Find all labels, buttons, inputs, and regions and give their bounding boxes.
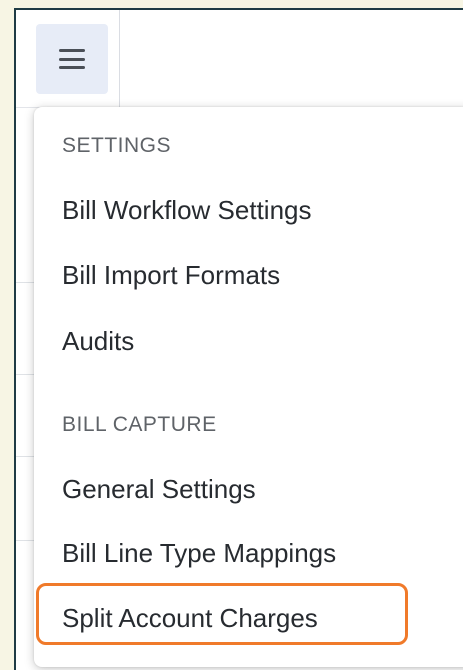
- menu-toggle-button[interactable]: [36, 24, 108, 94]
- highlight-box: [36, 583, 408, 645]
- section-header-settings: SETTINGS: [62, 134, 172, 157]
- section-header-bill-capture: BILL CAPTURE: [62, 413, 217, 436]
- menu-item-bill-workflow-settings[interactable]: Bill Workflow Settings: [62, 194, 312, 226]
- menu-item-audits[interactable]: Audits: [62, 325, 134, 357]
- hamburger-icon: [59, 49, 85, 69]
- menu-item-general-settings[interactable]: General Settings: [62, 473, 256, 505]
- menu-item-bill-line-type-mappings[interactable]: Bill Line Type Mappings: [62, 537, 336, 569]
- menu-item-bill-import-formats[interactable]: Bill Import Formats: [62, 259, 280, 291]
- header-divider-vertical: [119, 10, 120, 110]
